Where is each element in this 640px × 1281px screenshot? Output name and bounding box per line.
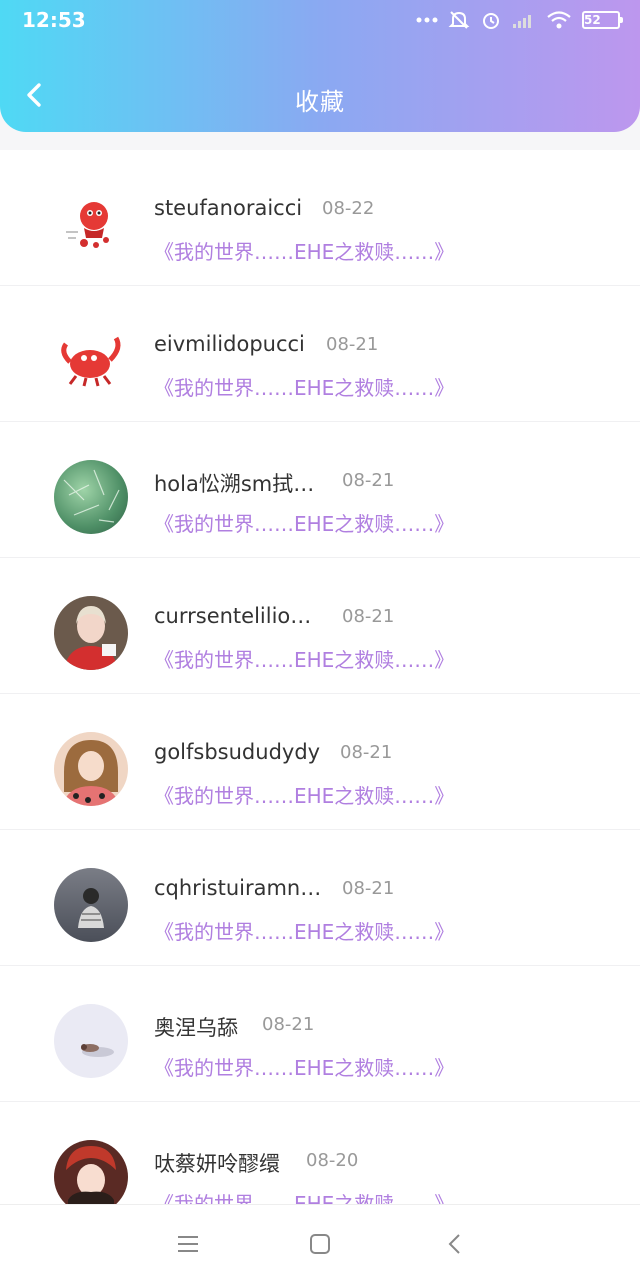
item-date: 08-21	[342, 878, 395, 899]
page-title: 收藏	[295, 88, 345, 116]
item-date: 08-21	[262, 1014, 315, 1035]
item-date: 08-21	[342, 606, 395, 627]
item-username: currsentelilio…	[154, 604, 312, 628]
home-button[interactable]	[305, 1229, 335, 1259]
item-username: steufanoraicci	[154, 196, 303, 220]
item-title-link[interactable]: 《我的世界……EHE之救赎……》	[154, 236, 454, 265]
item-title-link[interactable]: 《我的世界……EHE之救赎……》	[154, 780, 454, 809]
header-bar: 12:53 52 收藏	[0, 0, 640, 132]
battery-indicator: 52	[582, 11, 623, 29]
nav-back-button[interactable]	[440, 1229, 470, 1259]
list-item[interactable]: 奥涅乌舔 08-21 《我的世界……EHE之救赎……》	[0, 966, 640, 1102]
item-date: 08-21	[340, 742, 393, 763]
status-bar: 12:53 52	[0, 0, 640, 40]
list-item[interactable]: 呔蔡妍呤醪缳 08-20 《我的世界……EHE之救赎……》	[0, 1102, 640, 1204]
avatar	[54, 324, 128, 398]
list-item[interactable]: eivmilidopucci 08-21 《我的世界……EHE之救赎……》	[0, 286, 640, 422]
item-title-link[interactable]: 《我的世界……EHE之救赎……》	[154, 916, 454, 945]
signal-icon	[512, 11, 536, 29]
item-date: 08-21	[326, 334, 379, 355]
avatar	[54, 460, 128, 534]
list-item[interactable]: golfsbsududydy 08-21 《我的世界……EHE之救赎……》	[0, 694, 640, 830]
item-title-link[interactable]: 《我的世界……EHE之救赎……》	[154, 644, 454, 673]
system-nav-bar	[0, 1204, 640, 1281]
avatar	[54, 732, 128, 806]
item-username: eivmilidopucci	[154, 332, 305, 356]
list-item[interactable]: currsentelilio… 08-21 《我的世界……EHE之救赎……》	[0, 558, 640, 694]
item-username: hola忪溯sm拭…	[154, 472, 315, 496]
avatar	[54, 1140, 128, 1204]
item-username: cqhristuiramn…	[154, 876, 322, 900]
list-item[interactable]: hola忪溯sm拭… 08-21 《我的世界……EHE之救赎……》	[0, 422, 640, 558]
avatar	[54, 1004, 128, 1078]
list-item[interactable]: cqhristuiramn… 08-21 《我的世界……EHE之救赎……》	[0, 830, 640, 966]
nav-back-icon	[448, 1234, 460, 1254]
item-date: 08-21	[342, 470, 395, 491]
menu-button[interactable]	[173, 1229, 203, 1259]
alarm-icon	[480, 9, 502, 31]
dots-icon	[416, 17, 438, 23]
avatar	[54, 188, 128, 262]
item-username: 呔蔡妍呤醪缳	[154, 1152, 280, 1176]
list-item[interactable]: steufanoraicci 08-22 《我的世界……EHE之救赎……》	[0, 150, 640, 286]
avatar	[54, 596, 128, 670]
avatar	[54, 868, 128, 942]
menu-icon	[178, 1236, 198, 1252]
item-username: 奥涅乌舔	[154, 1016, 238, 1040]
home-square-icon	[310, 1234, 330, 1254]
item-title-link[interactable]: 《我的世界……EHE之救赎……》	[154, 1188, 454, 1204]
status-time: 12:53	[22, 8, 86, 32]
item-username: golfsbsududydy	[154, 740, 321, 764]
item-title-link[interactable]: 《我的世界……EHE之救赎……》	[154, 508, 454, 537]
mute-bell-icon	[448, 9, 470, 31]
status-icons: 52	[416, 6, 623, 34]
item-date: 08-20	[306, 1150, 359, 1171]
item-title-link[interactable]: 《我的世界……EHE之救赎……》	[154, 1052, 454, 1081]
favorites-list: steufanoraicci 08-22 《我的世界……EHE之救赎……》 ei…	[0, 150, 640, 1204]
item-title-link[interactable]: 《我的世界……EHE之救赎……》	[154, 372, 454, 401]
wifi-icon	[546, 10, 572, 30]
item-date: 08-22	[322, 198, 375, 219]
